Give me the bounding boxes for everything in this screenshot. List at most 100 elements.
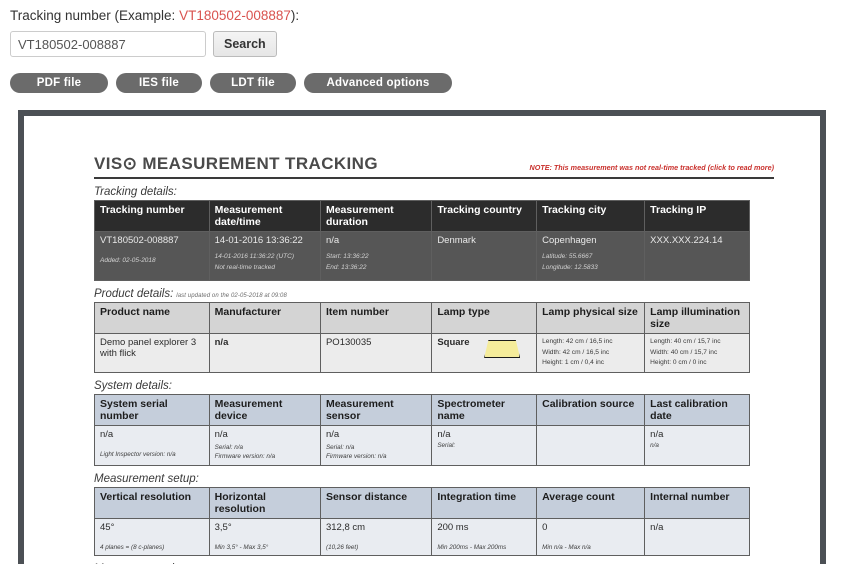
product-details-title: Product details: last updated on the 02-0… — [94, 288, 750, 300]
col-vertical-resolution: Vertical resolution — [94, 486, 210, 519]
col-measurement-datetime: Measurement date/time — [208, 200, 321, 232]
table-row: VT180502-008887 Added: 02-05-2018 14-01-… — [94, 231, 750, 281]
cell-sensor-distance: 312,8 cm (10,26 feet) — [319, 517, 433, 557]
horizontal-resolution-value: 3,5° — [214, 521, 232, 533]
tracking-details-section: Tracking details: Tracking number Measur… — [94, 186, 750, 281]
cell-tracking-country: Denmark — [431, 231, 538, 281]
system-serial-value: n/a — [100, 429, 114, 441]
cell-last-calibration-date: n/a n/a — [644, 425, 750, 466]
col-measurement-device: Measurement device — [208, 394, 321, 427]
spectrometer-serial: Serial: — [437, 442, 456, 450]
realtime-note-link[interactable]: NOTE: This measurement was not real-time… — [530, 163, 774, 172]
physical-length: Length: 42 cm / 16,5 inc — [542, 338, 613, 345]
col-tracking-ip: Tracking IP — [644, 200, 750, 232]
search-row: Search — [10, 31, 845, 57]
download-options-row: PDF file IES file LDT file Advanced opti… — [10, 73, 845, 93]
report-header: VIS⊙ MEASUREMENT TRACKING NOTE: This mea… — [94, 154, 774, 179]
product-details-updated: last updated on the 02-05-2018 at 09:08 — [176, 293, 287, 299]
integration-time-sub: Min 200ms - Max 200ms — [437, 543, 507, 551]
last-calibration-sub: n/a — [650, 442, 659, 450]
cell-tracking-number: VT180502-008887 Added: 02-05-2018 — [94, 231, 210, 281]
product-details-table: Product name Manufacturer Item number La… — [94, 302, 750, 374]
col-tracking-country: Tracking country — [431, 200, 538, 232]
col-internal-number: Internal number — [644, 486, 750, 519]
tracking-city-value: Copenhagen — [542, 235, 597, 246]
tracking-longitude: Longitude: 12.5833 — [542, 264, 598, 272]
measurement-setup-section: Measurement setup: Vertical resolution H… — [94, 473, 750, 557]
cell-horizontal-resolution: 3,5° Min 3,5° - Max 3,5° — [208, 517, 321, 557]
col-horizontal-resolution: Horizontal resolution — [208, 486, 321, 519]
example-tracking-number: VT180502-008887 — [179, 8, 291, 23]
measurement-duration-value: n/a — [325, 235, 340, 246]
table-header-row: System serial number Measurement device … — [94, 394, 750, 427]
device-firmware: Firmware version: n/a — [214, 453, 276, 461]
duration-end: End: 13:36:22 — [325, 264, 367, 272]
cell-vertical-resolution: 45° 4 planes = (8 c-planes) — [94, 517, 210, 557]
cell-lamp-illumination-size: Length: 40 cm / 15,7 inc Width: 40 cm / … — [644, 332, 750, 374]
tracking-details-title: Tracking details: — [94, 186, 177, 198]
tracking-number-added: Added: 02-05-2018 — [100, 257, 156, 264]
col-calibration-source: Calibration source — [536, 394, 646, 427]
cell-manufacturer: n/a — [208, 332, 321, 374]
cell-internal-number: n/a — [644, 517, 750, 557]
internal-number-value: n/a — [650, 521, 664, 533]
table-header-row: Vertical resolution Horizontal resolutio… — [94, 486, 750, 519]
col-integration-time: Integration time — [431, 486, 538, 519]
ldt-file-button[interactable]: LDT file — [210, 73, 296, 93]
cell-measurement-sensor: n/a Serial: n/a Firmware version: n/a — [319, 425, 433, 466]
last-calibration-value: n/a — [650, 429, 664, 441]
advanced-options-button[interactable]: Advanced options — [304, 73, 452, 93]
col-lamp-physical-size: Lamp physical size — [536, 302, 646, 334]
table-row: n/a Light Inspector version: n/a n/a Ser… — [94, 425, 750, 466]
product-details-title-text: Product details: — [94, 288, 174, 300]
illumination-width: Width: 40 cm / 15,7 inc — [650, 348, 718, 356]
tracking-number-label: Tracking number (Example: VT180502-00888… — [10, 8, 845, 23]
col-measurement-sensor: Measurement sensor — [319, 394, 433, 427]
duration-start: Start: 13:36:22 — [325, 253, 369, 260]
device-value: n/a — [214, 429, 228, 441]
sensor-serial: Serial: n/a — [325, 444, 355, 452]
physical-width: Width: 42 cm / 16,5 inc — [542, 348, 610, 356]
search-button[interactable]: Search — [213, 31, 277, 57]
col-sensor-distance: Sensor distance — [319, 486, 433, 519]
lamp-type-value: Square — [437, 337, 470, 348]
tracking-country-value: Denmark — [437, 235, 476, 246]
col-lamp-type: Lamp type — [431, 302, 538, 334]
ies-file-button[interactable]: IES file — [116, 73, 202, 93]
device-serial: Serial: n/a — [214, 444, 243, 452]
page-root: Tracking number (Example: VT180502-00888… — [0, 0, 845, 564]
cell-spectrometer-name: n/a Serial: — [431, 425, 538, 466]
pdf-file-button[interactable]: PDF file — [10, 73, 108, 93]
product-details-section: Product details: last updated on the 02-0… — [94, 288, 750, 374]
cell-system-serial-number: n/a Light Inspector version: n/a — [94, 425, 210, 466]
cell-item-number: PO130035 — [319, 332, 433, 374]
sensor-firmware: Firmware version: n/a — [325, 453, 387, 461]
table-row: 45° 4 planes = (8 c-planes) 3,5° Min 3,5… — [94, 517, 750, 557]
cell-integration-time: 200 ms Min 200ms - Max 200ms — [431, 517, 538, 557]
col-average-count: Average count — [536, 486, 646, 519]
col-system-serial-number: System serial number — [94, 394, 210, 427]
integration-time-value: 200 ms — [437, 521, 469, 533]
illumination-height: Height: 0 cm / 0 inc — [650, 359, 707, 367]
cell-tracking-city: Copenhagen Latitude: 55.6667 Longitude: … — [536, 231, 646, 281]
vertical-resolution-value: 45° — [100, 521, 115, 533]
average-count-value: 0 — [542, 521, 548, 533]
measurement-datetime-utc: 14-01-2016 11:36:22 (UTC) — [214, 253, 294, 260]
measurement-setup-table: Vertical resolution Horizontal resolutio… — [94, 486, 750, 557]
vertical-resolution-sub: 4 planes = (8 c-planes) — [100, 543, 165, 551]
col-lamp-illumination-size: Lamp illumination size — [644, 302, 750, 334]
average-count-sub: Min n/a - Max n/a — [542, 543, 591, 551]
tracking-number-value: VT180502-008887 — [100, 235, 179, 246]
tracking-ip-value: XXX.XXX.224.14 — [650, 235, 723, 246]
tracking-details-table: Tracking number Measurement date/time Me… — [94, 200, 750, 281]
table-header-row: Tracking number Measurement date/time Me… — [94, 200, 750, 232]
cell-calibration-source — [536, 425, 646, 466]
cell-lamp-type: Square — [431, 332, 538, 374]
col-spectrometer-name: Spectrometer name — [431, 394, 538, 427]
spectrometer-value: n/a — [437, 429, 451, 441]
horizontal-resolution-sub: Min 3,5° - Max 3,5° — [214, 543, 269, 551]
tracking-number-input[interactable] — [10, 31, 206, 57]
square-lamp-icon — [484, 340, 521, 358]
col-tracking-city: Tracking city — [536, 200, 646, 232]
label-suffix: ): — [290, 8, 300, 23]
